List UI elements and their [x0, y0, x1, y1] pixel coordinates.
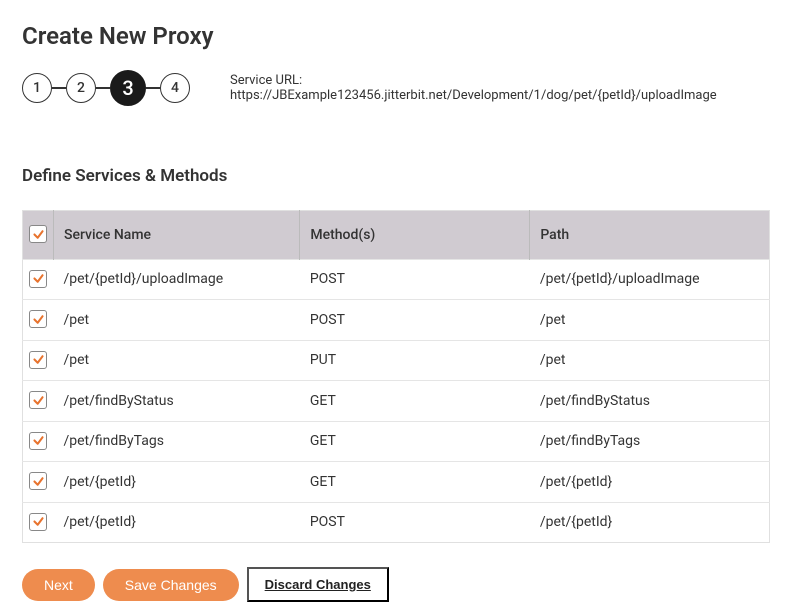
- cell-service-name: /pet/{petId}: [54, 462, 300, 503]
- next-button[interactable]: Next: [22, 569, 95, 601]
- stepper-row: 1234 Service URL: https://JBExample12345…: [22, 70, 770, 106]
- check-icon: [32, 272, 45, 285]
- service-url: Service URL: https://JBExample123456.jit…: [230, 73, 770, 103]
- check-icon: [32, 228, 45, 241]
- services-table: Service Name Method(s) Path /pet/{petId}…: [22, 210, 770, 543]
- step-3[interactable]: 3: [110, 70, 146, 106]
- cell-method: GET: [300, 381, 530, 422]
- row-checkbox-cell: [23, 381, 54, 422]
- section-title: Define Services & Methods: [22, 166, 770, 186]
- row-checkbox-cell: [23, 340, 54, 381]
- button-row: Next Save Changes Discard Changes: [22, 567, 770, 602]
- check-icon: [32, 353, 45, 366]
- step-connector: [146, 87, 160, 89]
- step-4[interactable]: 4: [160, 73, 190, 103]
- row-checkbox[interactable]: [29, 472, 47, 490]
- cell-method: POST: [300, 300, 530, 341]
- row-checkbox[interactable]: [29, 513, 47, 531]
- header-checkbox-col: [23, 211, 54, 260]
- check-icon: [32, 434, 45, 447]
- header-method: Method(s): [300, 211, 530, 260]
- cell-method: GET: [300, 421, 530, 462]
- cell-service-name: /pet: [54, 300, 300, 341]
- row-checkbox-cell: [23, 502, 54, 543]
- cell-path: /pet/{petId}: [530, 502, 770, 543]
- cell-service-name: /pet/findByStatus: [54, 381, 300, 422]
- select-all-checkbox[interactable]: [29, 225, 47, 243]
- row-checkbox-cell: [23, 300, 54, 341]
- header-service-name: Service Name: [54, 211, 300, 260]
- cell-method: PUT: [300, 340, 530, 381]
- cell-path: /pet/{petId}: [530, 462, 770, 503]
- row-checkbox[interactable]: [29, 270, 47, 288]
- step-1[interactable]: 1: [22, 73, 52, 103]
- stepper: 1234: [22, 70, 190, 106]
- check-icon: [32, 515, 45, 528]
- cell-path: /pet/findByStatus: [530, 381, 770, 422]
- row-checkbox[interactable]: [29, 351, 47, 369]
- table-row: /pet/{petId}/uploadImagePOST/pet/{petId}…: [23, 259, 770, 300]
- check-icon: [32, 475, 45, 488]
- table-row: /pet/findByStatusGET/pet/findByStatus: [23, 381, 770, 422]
- check-icon: [32, 394, 45, 407]
- step-2[interactable]: 2: [66, 73, 96, 103]
- row-checkbox[interactable]: [29, 432, 47, 450]
- table-header-row: Service Name Method(s) Path: [23, 211, 770, 260]
- discard-changes-button[interactable]: Discard Changes: [247, 567, 389, 602]
- service-url-value: https://JBExample123456.jitterbit.net/De…: [230, 88, 717, 103]
- cell-path: /pet/{petId}/uploadImage: [530, 259, 770, 300]
- cell-path: /pet: [530, 300, 770, 341]
- step-connector: [52, 87, 66, 89]
- cell-service-name: /pet/{petId}: [54, 502, 300, 543]
- table-row: /pet/{petId}GET/pet/{petId}: [23, 462, 770, 503]
- check-icon: [32, 313, 45, 326]
- cell-method: POST: [300, 259, 530, 300]
- row-checkbox-cell: [23, 462, 54, 503]
- table-row: /petPUT/pet: [23, 340, 770, 381]
- cell-service-name: /pet/findByTags: [54, 421, 300, 462]
- cell-path: /pet: [530, 340, 770, 381]
- row-checkbox-cell: [23, 421, 54, 462]
- cell-method: POST: [300, 502, 530, 543]
- row-checkbox[interactable]: [29, 310, 47, 328]
- cell-method: GET: [300, 462, 530, 503]
- service-url-label: Service URL:: [230, 73, 302, 88]
- row-checkbox-cell: [23, 259, 54, 300]
- cell-service-name: /pet: [54, 340, 300, 381]
- page-title: Create New Proxy: [22, 22, 770, 50]
- table-row: /pet/findByTagsGET/pet/findByTags: [23, 421, 770, 462]
- cell-service-name: /pet/{petId}/uploadImage: [54, 259, 300, 300]
- save-changes-button[interactable]: Save Changes: [103, 569, 239, 601]
- table-row: /petPOST/pet: [23, 300, 770, 341]
- table-row: /pet/{petId}POST/pet/{petId}: [23, 502, 770, 543]
- header-path: Path: [530, 211, 770, 260]
- row-checkbox[interactable]: [29, 391, 47, 409]
- step-connector: [96, 87, 110, 89]
- cell-path: /pet/findByTags: [530, 421, 770, 462]
